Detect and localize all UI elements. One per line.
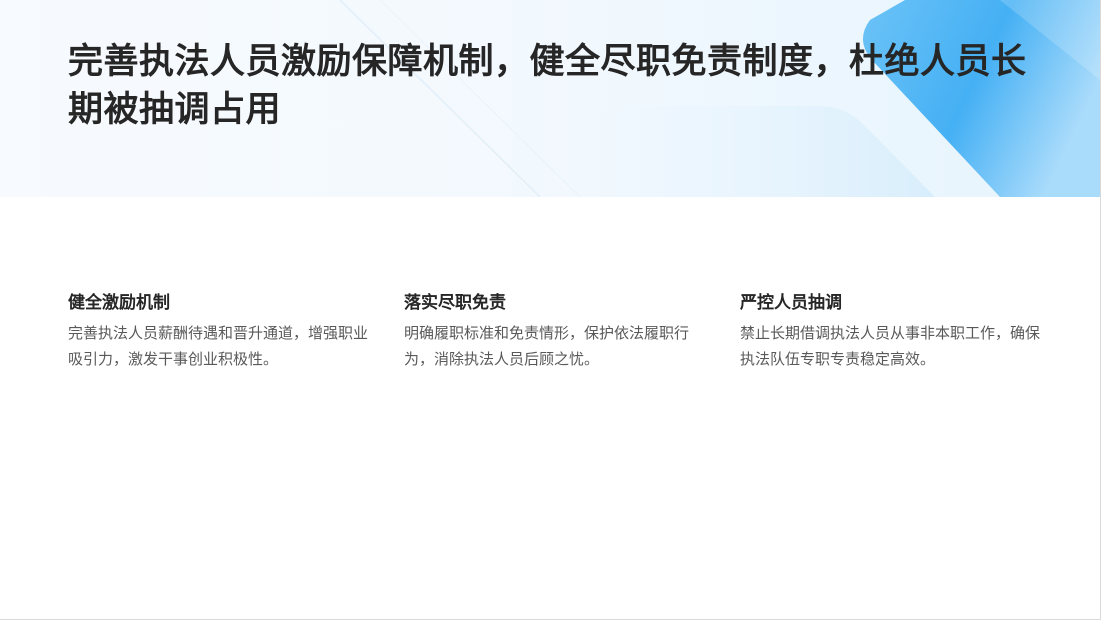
column-exemption: 落实尽职免责 明确履职标准和免责情形，保护依法履职行为，消除执法人员后顾之忧。 [404, 290, 704, 372]
column-body: 明确履职标准和免责情形，保护依法履职行为，消除执法人员后顾之忧。 [404, 324, 690, 368]
column-body: 完善执法人员薪酬待遇和晋升通道，增强职业吸引力，激发干事创业积极性。 [68, 324, 369, 368]
column-heading: 健全激励机制 [68, 293, 170, 313]
column-heading: 严控人员抽调 [740, 293, 842, 313]
column-body: 禁止长期借调执法人员从事非本职工作，确保执法队伍专职专责稳定高效。 [740, 324, 1041, 368]
slide: 完善执法人员激励保障机制，健全尽职免责制度，杜绝人员长期被抽调占用 健全激励机制… [0, 0, 1101, 620]
column-secondment: 严控人员抽调 禁止长期借调执法人员从事非本职工作，确保执法队伍专职专责稳定高效。 [740, 290, 1040, 372]
header-banner: 完善执法人员激励保障机制，健全尽职免责制度，杜绝人员长期被抽调占用 [0, 0, 1100, 197]
page-title: 完善执法人员激励保障机制，健全尽职免责制度，杜绝人员长期被抽调占用 [68, 42, 1027, 130]
column-incentive: 健全激励机制 完善执法人员薪酬待遇和晋升通道，增强职业吸引力，激发干事创业积极性… [68, 290, 368, 372]
column-heading: 落实尽职免责 [404, 293, 506, 313]
